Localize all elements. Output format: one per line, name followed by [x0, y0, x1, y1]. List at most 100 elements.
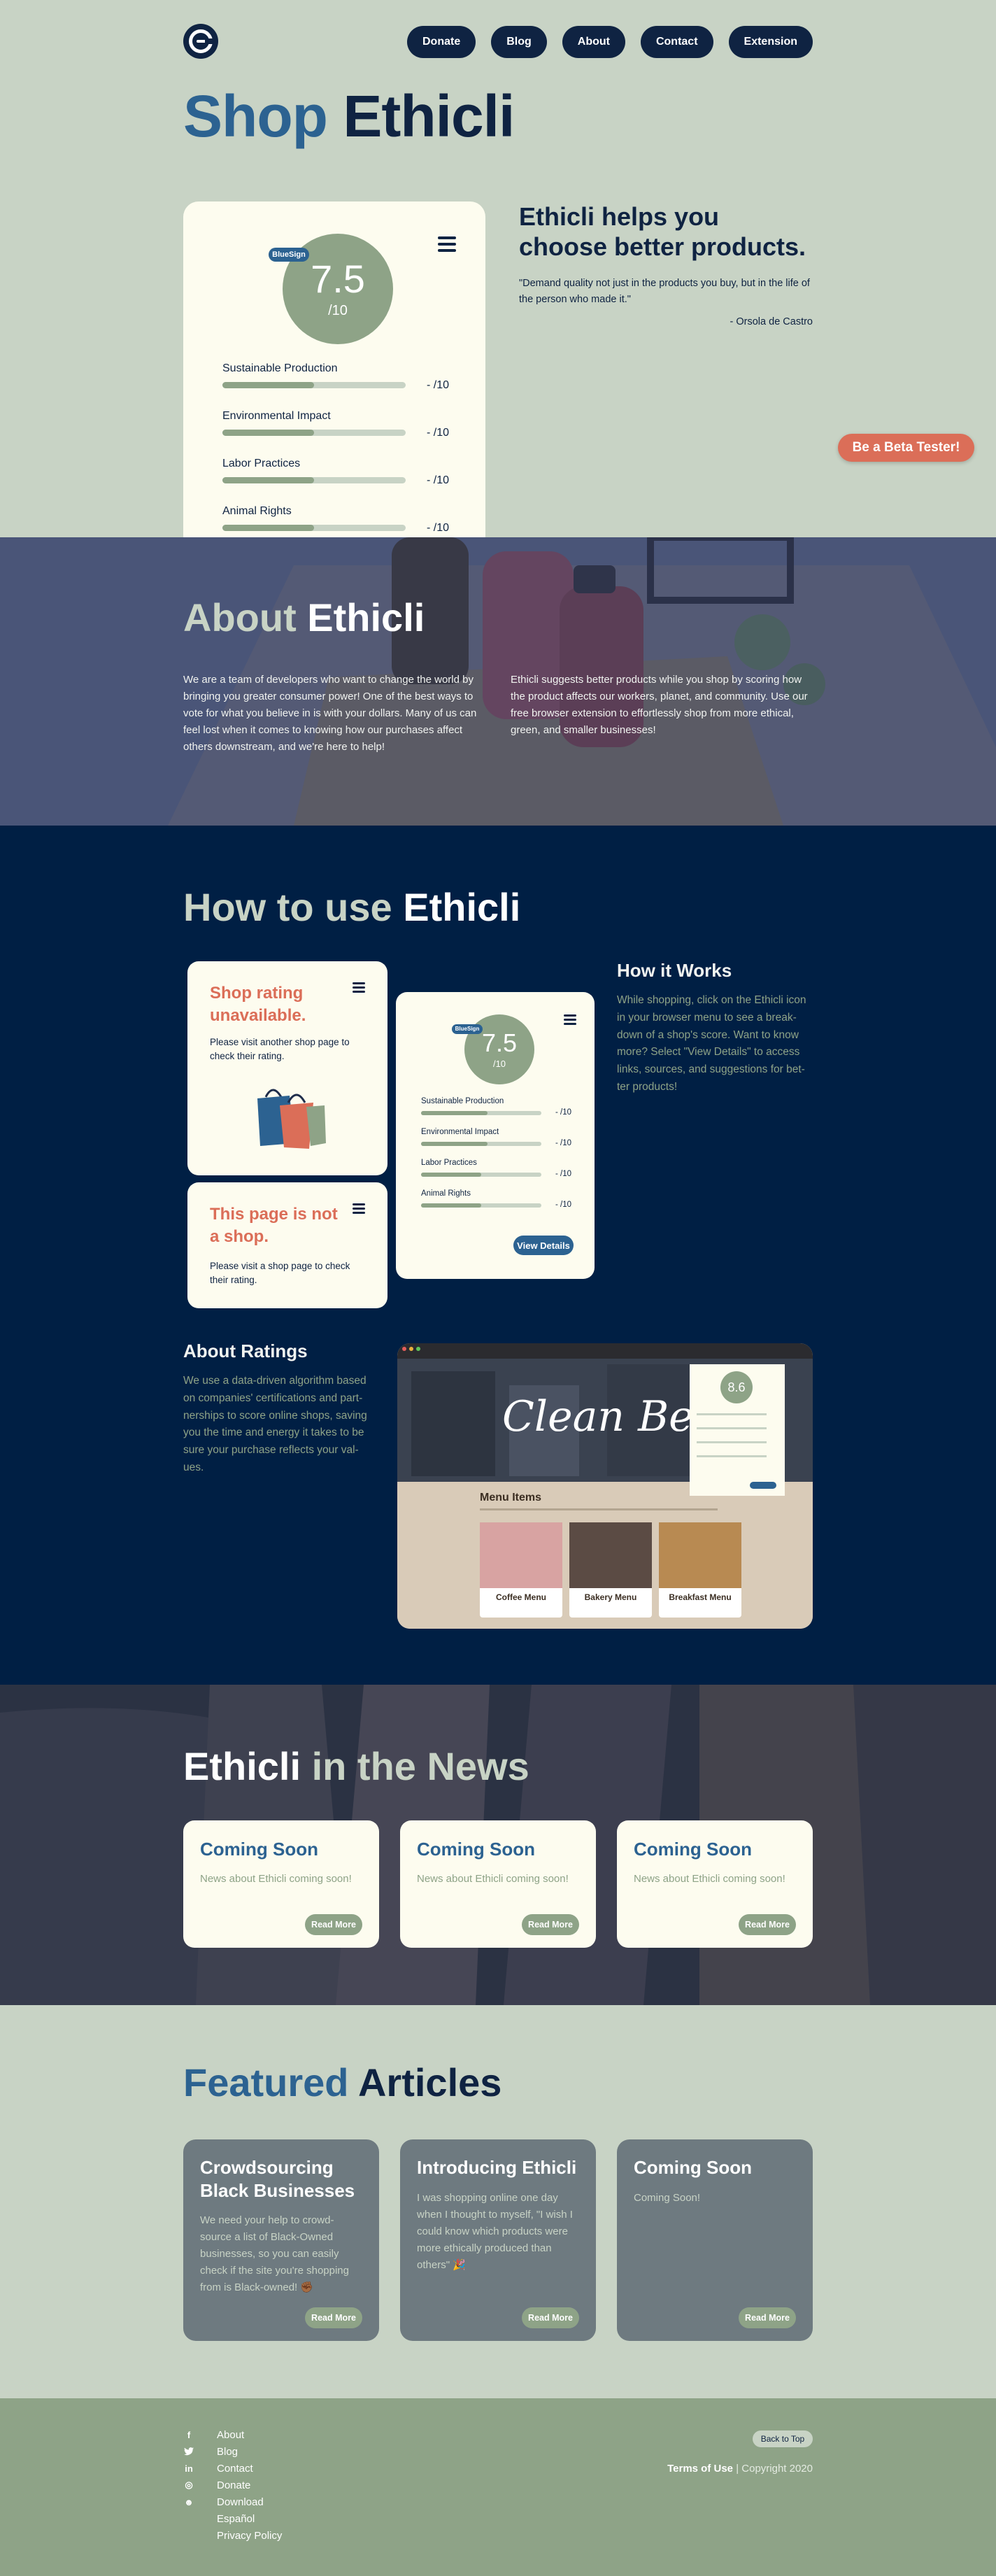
view-details-button[interactable]: View Details [513, 1236, 574, 1255]
instagram-icon[interactable]: ◎ [183, 2479, 194, 2491]
shop-unavailable-card: Shop rating unavailable. Please visit an… [187, 961, 387, 1175]
extension-rating-card: 7.5 /10 BlueSign Sustainable Production … [396, 992, 595, 1279]
twitter-icon[interactable] [183, 2446, 194, 2457]
how-to-use-title: How to use Ethicli [183, 885, 521, 929]
background-photo [0, 537, 996, 826]
nav-extension-button[interactable]: Extension [728, 26, 813, 58]
read-more-button[interactable]: Read More [522, 2307, 579, 2328]
nav-contact-button[interactable]: Contact [640, 26, 713, 58]
how-to-use-section: How to use Ethicli Shop rating unavailab… [0, 826, 996, 1685]
linkedin-icon[interactable]: in [183, 2463, 194, 2474]
footer-link-download[interactable]: Download [217, 2496, 264, 2508]
about-title: About Ethicli [183, 595, 425, 639]
copyright-text: | Copyright 2020 [733, 2463, 813, 2475]
footer-row: ☻ Download [183, 2495, 264, 2509]
news-card: Coming Soon News about Ethicli coming so… [400, 1820, 596, 1948]
about-paragraph: We are a team of developers who want to … [183, 674, 477, 753]
back-to-top-button[interactable]: Back to Top [753, 2430, 813, 2447]
rating-bar [222, 477, 406, 483]
terms-link[interactable]: Terms of Use [667, 2463, 733, 2475]
rating-row: Sustainable Production [222, 362, 338, 374]
article-text: We need your help to crowd-source a list… [200, 2214, 349, 2293]
news-card-title: Coming Soon [417, 1839, 535, 1860]
footer-row: ◎ Donate [183, 2478, 250, 2492]
nav-blog-button[interactable]: Blog [491, 26, 547, 58]
footer-row: in Contact [183, 2461, 252, 2475]
footer-link-privacy[interactable]: Privacy Policy [217, 2530, 282, 2542]
rating-bar [222, 430, 406, 436]
menu-item-card[interactable]: Bakery Menu [569, 1522, 652, 1618]
news-card: Coming Soon News about Ethicli coming so… [183, 1820, 379, 1948]
nav-donate-button[interactable]: Donate [406, 26, 476, 58]
screenshot-banner: Clean Bean Ca [502, 1392, 712, 1441]
hamburger-menu-icon[interactable] [353, 1203, 365, 1214]
footer: f About Blog in Contact ◎ Donate ☻ Downl… [0, 2398, 996, 2576]
rating-value: - /10 [427, 474, 450, 486]
score-value: 7.5 [481, 1028, 518, 1057]
how-it-works-title: How it Works [617, 960, 732, 981]
score-max: /10 [328, 302, 348, 318]
about-paragraph: Ethicli suggests better products while y… [511, 674, 808, 736]
hamburger-menu-icon[interactable] [353, 982, 365, 993]
unavailable-title: Shop rating unavailable. [210, 984, 306, 1026]
hamburger-menu-icon[interactable] [564, 1014, 576, 1025]
read-more-button[interactable]: Read More [305, 2307, 362, 2328]
footer-link-blog[interactable]: Blog [217, 2446, 238, 2458]
reddit-icon[interactable]: ☻ [183, 2496, 194, 2507]
footer-link-contact[interactable]: Contact [217, 2463, 253, 2475]
terms-copyright: Terms of Use | Copyright 2020 [667, 2463, 813, 2475]
footer-link-donate[interactable]: Donate [217, 2479, 250, 2491]
hamburger-menu-icon[interactable] [438, 236, 456, 252]
rating-bar [421, 1203, 541, 1208]
article-card: Introducing Ethicli I was shopping onlin… [400, 2139, 596, 2341]
footer-row: f About [183, 2428, 244, 2442]
article-text: Coming Soon! [634, 2192, 701, 2204]
read-more-button[interactable]: Read More [739, 1914, 796, 1935]
article-title: Introducing Ethicli [417, 2157, 577, 2178]
screenshot-menu-title: Menu Items [480, 1492, 542, 1503]
rating-row: Environmental Impact [222, 410, 331, 422]
news-title: Ethicli in the News [183, 1744, 529, 1788]
page-title: Shop Ethicli [183, 83, 515, 149]
read-more-button[interactable]: Read More [739, 2307, 796, 2328]
rating-value: - /10 [555, 1139, 572, 1147]
footer-link-espanol[interactable]: Español [217, 2513, 255, 2525]
menu-item-card[interactable]: Breakfast Menu [659, 1522, 741, 1618]
not-shop-title: This page is not a shop. [210, 1205, 338, 1247]
rating-value: - /10 [427, 427, 450, 439]
news-card-text: News about Ethicli coming soon! [200, 1873, 352, 1885]
facebook-icon[interactable]: f [183, 2429, 194, 2440]
rating-bar [222, 382, 406, 388]
article-text: I was shopping online one day when I tho… [417, 2192, 573, 2271]
beta-tester-button[interactable]: Be a Beta Tester! [838, 434, 974, 462]
read-more-button[interactable]: Read More [305, 1914, 362, 1935]
rating-label: Labor Practices [421, 1159, 477, 1167]
hero-heading: Ethicli helps you choose better products… [519, 202, 806, 262]
unavailable-text: Please visit another shop page to check … [210, 1037, 350, 1062]
rating-value: - /10 [555, 1170, 572, 1178]
score-value: 7.5 [311, 256, 365, 301]
news-section: Ethicli in the News Coming Soon News abo… [0, 1685, 996, 2005]
footer-link-about[interactable]: About [217, 2429, 244, 2441]
footer-row: Blog [183, 2444, 238, 2458]
news-card-text: News about Ethicli coming soon! [634, 1873, 785, 1885]
featured-title: Featured Articles [183, 2060, 502, 2104]
logo-mark-icon [189, 29, 213, 53]
rating-value: - /10 [427, 522, 450, 534]
popup-score: 8.6 [720, 1371, 753, 1403]
rating-row: Labor Practices [222, 458, 301, 469]
article-title: Coming Soon [634, 2157, 752, 2178]
nav-about-button[interactable]: About [562, 26, 625, 58]
rating-row: Animal Rights [222, 505, 292, 517]
quote-author: - Orsola de Castro [730, 316, 813, 327]
article-card: Coming Soon Coming Soon! Read More [617, 2139, 813, 2341]
bluesign-badge: BlueSign [452, 1024, 483, 1034]
rating-bar [421, 1142, 541, 1146]
read-more-button[interactable]: Read More [522, 1914, 579, 1935]
article-card: Crowdsourcing Black Businesses We need y… [183, 2139, 379, 2341]
ethicli-logo[interactable] [183, 24, 218, 59]
score-max: /10 [492, 1058, 506, 1069]
rating-label: Environmental Impact [421, 1128, 499, 1136]
menu-item-card[interactable]: Coffee Menu [480, 1522, 562, 1618]
extension-screenshot: Clean Bean Ca 8.6 Menu Items Coffee Menu… [397, 1343, 813, 1629]
